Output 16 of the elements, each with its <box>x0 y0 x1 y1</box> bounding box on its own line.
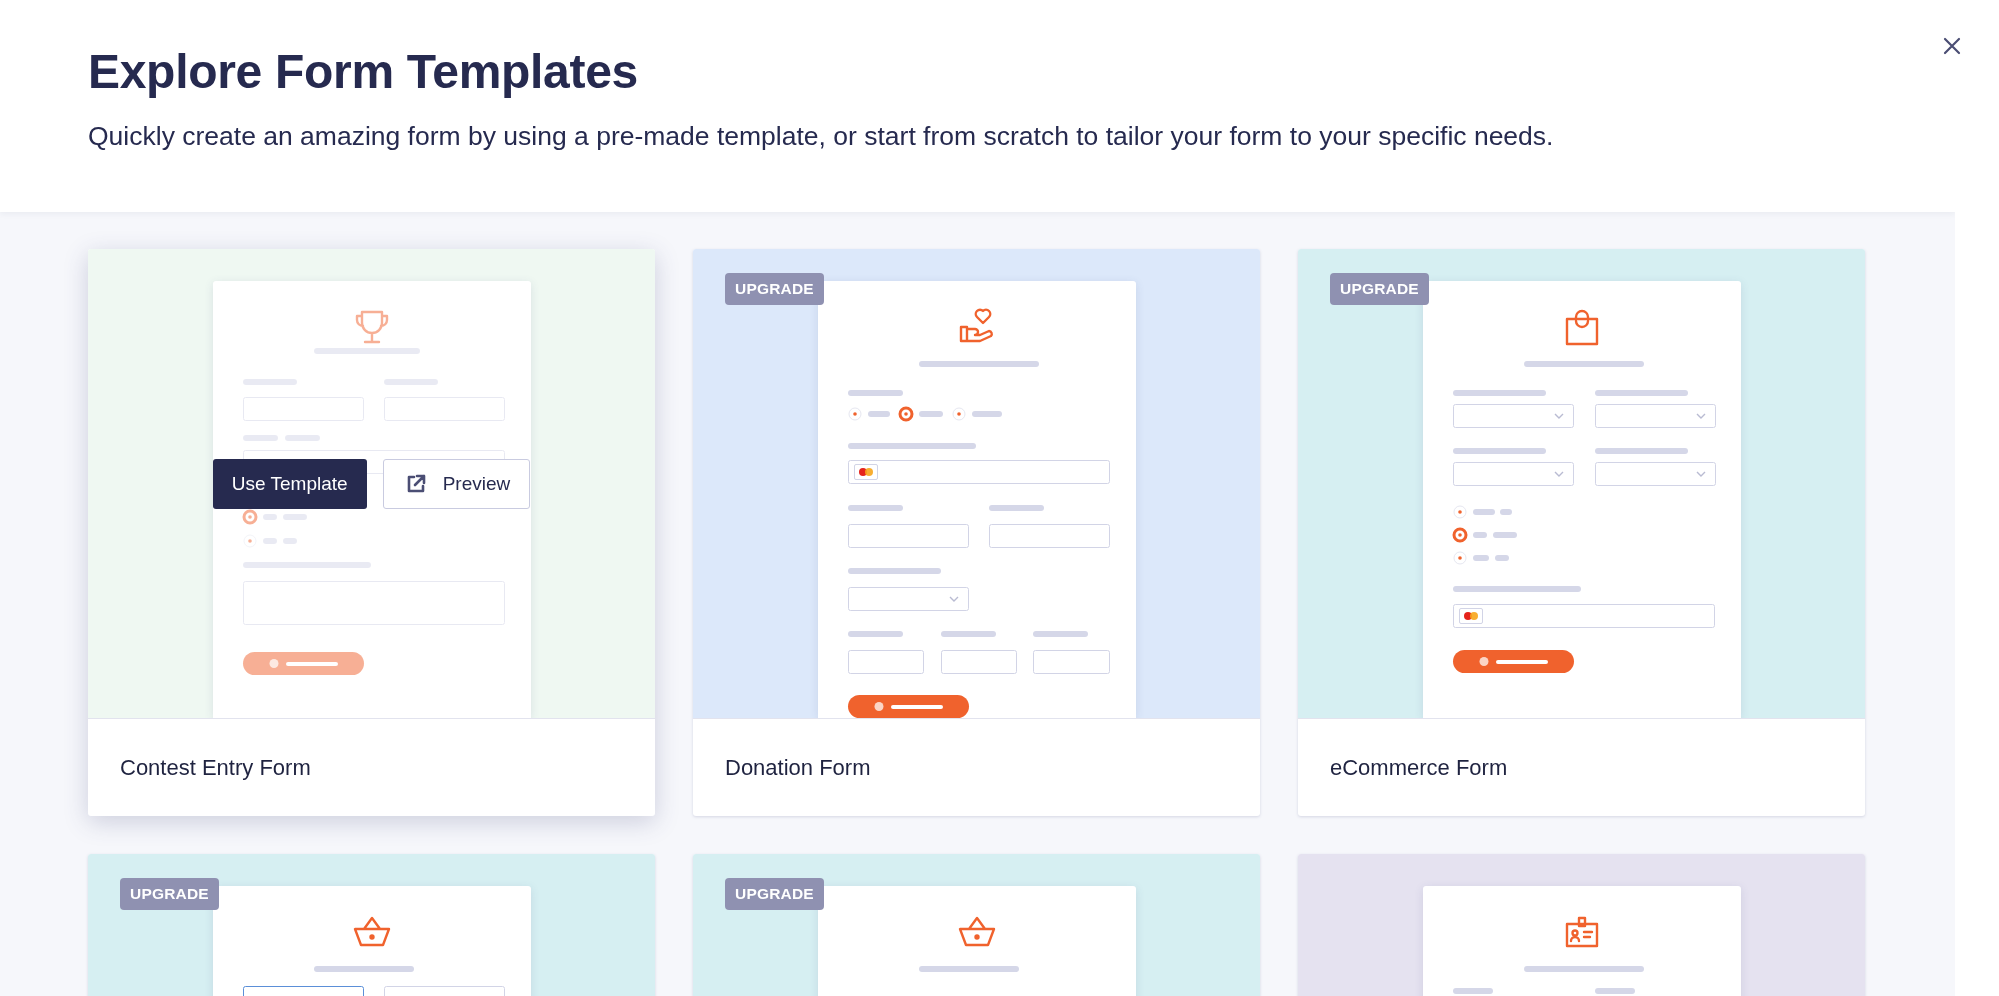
upgrade-badge: UPGRADE <box>120 878 219 910</box>
use-template-button[interactable]: Use Template <box>212 458 367 509</box>
preview-button[interactable]: Preview <box>382 458 531 509</box>
close-icon <box>1943 37 1961 55</box>
template-card[interactable]: Use Template Preview Contest Entry Form <box>88 249 655 816</box>
upgrade-badge: UPGRADE <box>725 878 824 910</box>
dialog-title: Explore Form Templates <box>88 44 639 100</box>
upgrade-badge: UPGRADE <box>1330 273 1429 305</box>
template-name: Contest Entry Form <box>120 754 311 781</box>
template-name: eCommerce Form <box>1330 754 1508 781</box>
close-button[interactable] <box>1941 35 1963 57</box>
template-card[interactable]: UPGRADE Donation Form <box>693 249 1260 816</box>
template-name: Donation Form <box>725 754 871 781</box>
dialog-subtitle: Quickly create an amazing form by using a pre-made template, or start from scratch to tailor your form to your specific needs. <box>88 121 1555 151</box>
upgrade-badge: UPGRADE <box>725 273 824 305</box>
template-card[interactable]: UPGRADE eCommerce Form <box>1298 249 1865 816</box>
